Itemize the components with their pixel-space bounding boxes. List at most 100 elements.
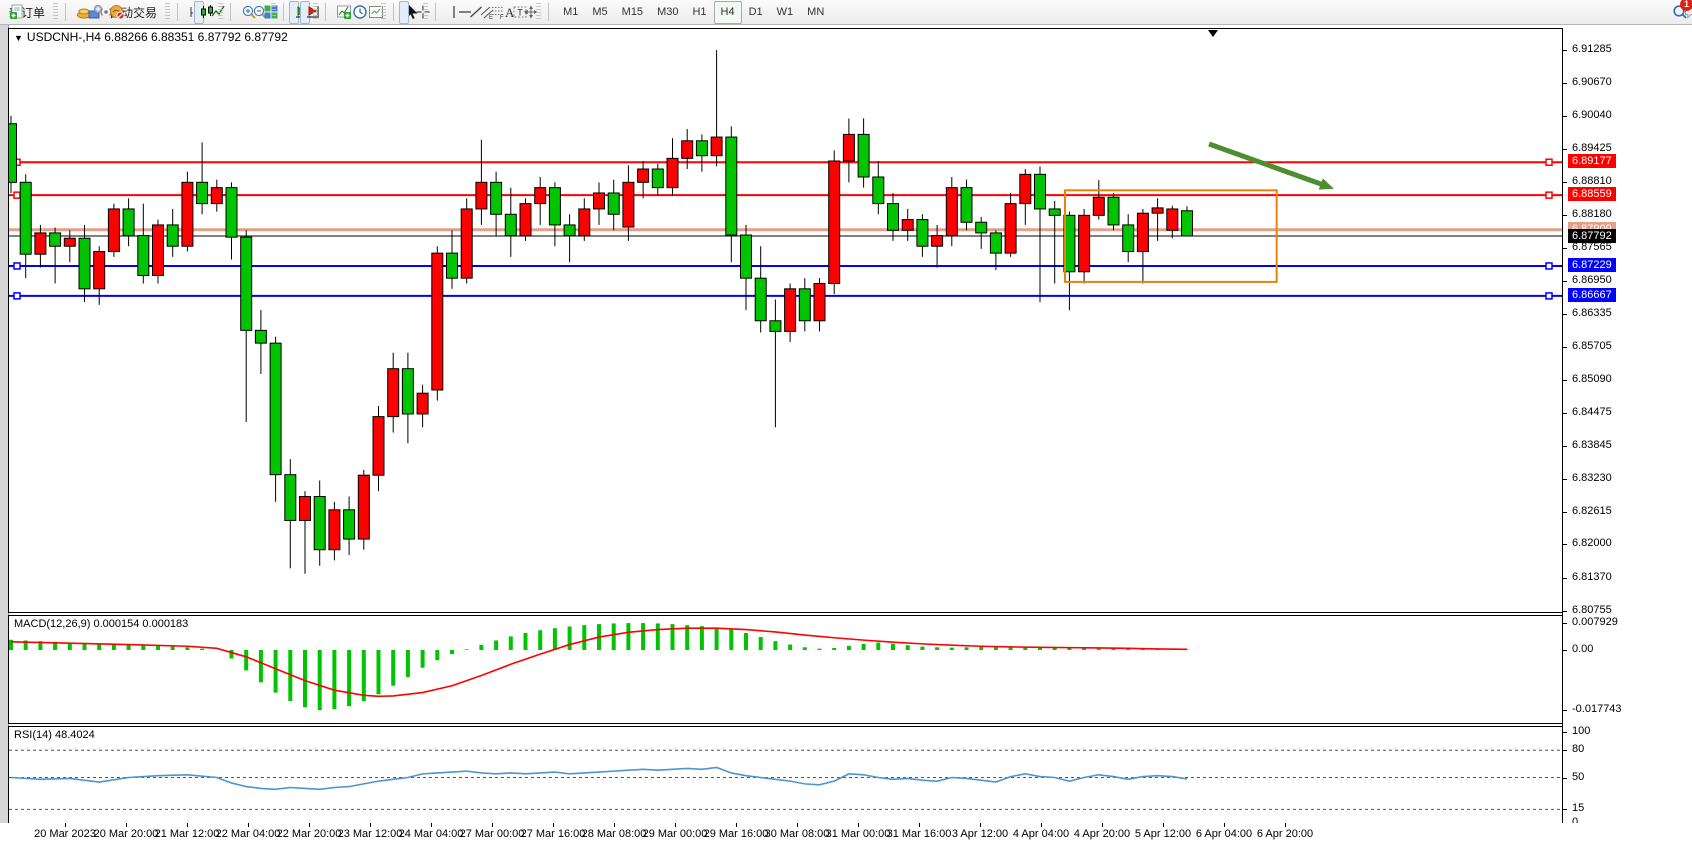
fibonacci-tool-button[interactable]: F xyxy=(485,1,495,24)
timeframe-h1-button[interactable]: H1 xyxy=(685,1,713,24)
time-axis-tick xyxy=(126,823,127,827)
price-flag: 6.87229 xyxy=(1568,258,1616,272)
autotrade-icon xyxy=(109,4,125,20)
macd-axis-label: 0.007929 xyxy=(1572,616,1618,628)
indicators-button[interactable]: ▾ xyxy=(331,1,346,24)
tile-windows-button[interactable] xyxy=(258,1,268,24)
time-axis[interactable]: 20 Mar 202320 Mar 20:0021 Mar 12:0022 Ma… xyxy=(0,823,1692,849)
toolbar-separator xyxy=(230,3,231,21)
chart-shift-marker[interactable] xyxy=(1208,30,1218,37)
price-axis[interactable]: 6.912856.906706.900406.894256.888106.881… xyxy=(1562,28,1692,823)
bar-chart-mode-button[interactable] xyxy=(183,1,193,24)
vertical-line-tool-button[interactable] xyxy=(441,1,451,24)
zoom-out-button[interactable] xyxy=(247,1,257,24)
timeframe-m1-button[interactable]: M1 xyxy=(556,1,585,24)
channel-tool-button[interactable]: E xyxy=(474,1,484,24)
new-order-icon xyxy=(9,4,25,20)
search-button[interactable] xyxy=(1667,1,1677,24)
toolbar-separator xyxy=(435,3,436,21)
toolbar-group-handle xyxy=(536,3,541,21)
time-axis-tick xyxy=(1041,823,1042,827)
time-axis-tick xyxy=(614,823,615,827)
price-axis-label: 6.85705 xyxy=(1572,340,1612,352)
toolbar-group-handle xyxy=(423,3,428,21)
label-tool-button[interactable]: T xyxy=(507,1,517,24)
timeframe-mn-button[interactable]: MN xyxy=(800,1,831,24)
time-axis-tick xyxy=(675,823,676,827)
signals-button[interactable] xyxy=(93,1,103,24)
toolbar-separator xyxy=(283,3,284,21)
toolbar-group-handle xyxy=(218,3,223,21)
cursor-tool-button[interactable] xyxy=(399,1,409,24)
time-axis-tick xyxy=(309,823,310,827)
auto-scroll-button[interactable] xyxy=(289,1,299,24)
toolbar-separator xyxy=(393,3,394,21)
time-axis-tick xyxy=(492,823,493,827)
price-axis-label: 6.86335 xyxy=(1572,307,1612,319)
price-axis-label: 6.91285 xyxy=(1572,43,1612,55)
time-axis-tick xyxy=(65,823,66,827)
rsi-indicator-label: RSI(14) 48.4024 xyxy=(14,729,95,741)
line-chart-mode-button[interactable] xyxy=(205,1,215,24)
price-axis-label: 6.84475 xyxy=(1572,406,1612,418)
price-flag: 6.88559 xyxy=(1568,187,1616,201)
time-axis-tick xyxy=(1102,823,1103,827)
rsi-canvas[interactable] xyxy=(9,727,1562,823)
toolbar-group-handle xyxy=(313,3,318,21)
timeframe-h4-button[interactable]: H4 xyxy=(714,1,742,24)
new-order-button[interactable]: 新订单 xyxy=(4,1,50,24)
macd-axis-label: -0.017743 xyxy=(1572,703,1622,715)
macd-canvas[interactable] xyxy=(9,616,1562,723)
price-axis-label: 6.80755 xyxy=(1572,604,1612,616)
price-axis-label: 6.83845 xyxy=(1572,439,1612,451)
toolbar-separator xyxy=(177,3,178,21)
crosshair-tool-button[interactable] xyxy=(410,1,420,24)
auto-trading-button[interactable]: 自动交易 xyxy=(104,1,162,24)
timeframe-d1-button[interactable]: D1 xyxy=(742,1,770,24)
chart-title: ▼USDCNH-,H4 6.88266 6.88351 6.87792 6.87… xyxy=(14,30,288,44)
bid-price-flag: 6.87792 xyxy=(1568,229,1616,243)
periods-button[interactable]: ▾ xyxy=(347,1,362,24)
rsi-axis-label: 80 xyxy=(1572,743,1584,755)
horizontal-line-tool-button[interactable] xyxy=(452,1,462,24)
timeframe-w1-button[interactable]: W1 xyxy=(770,1,801,24)
price-axis-label: 6.81370 xyxy=(1572,571,1612,583)
notification-badge: 1 xyxy=(1680,0,1692,11)
price-axis-label: 6.82615 xyxy=(1572,505,1612,517)
toolbar-group-handle xyxy=(381,3,386,21)
time-axis-tick xyxy=(797,823,798,827)
toolbar-separator xyxy=(325,3,326,21)
chart-shift-button[interactable] xyxy=(300,1,310,24)
chat-button[interactable]: 1 xyxy=(1678,1,1688,24)
chart-collapse-icon[interactable]: ▼ xyxy=(14,33,23,43)
price-axis-label: 6.88180 xyxy=(1572,208,1612,220)
time-axis-tick xyxy=(1285,823,1286,827)
price-chart-canvas[interactable] xyxy=(9,29,1562,612)
price-flag: 6.89177 xyxy=(1568,154,1616,168)
timeframe-m5-button[interactable]: M5 xyxy=(585,1,614,24)
templates-button[interactable]: ▾ xyxy=(363,1,378,24)
time-axis-tick xyxy=(370,823,371,827)
text-tool-button[interactable]: A xyxy=(496,1,506,24)
price-axis-label: 6.86950 xyxy=(1572,274,1612,286)
time-axis-tick xyxy=(553,823,554,827)
time-axis-tick xyxy=(1163,823,1164,827)
time-axis-tick xyxy=(736,823,737,827)
candle-chart-mode-button[interactable] xyxy=(194,1,204,24)
toolbar-group-handle xyxy=(53,3,58,21)
trendline-tool-button[interactable] xyxy=(463,1,473,24)
price-axis-label: 6.89425 xyxy=(1572,142,1612,154)
timeframe-group: M1M5M15M30H1H4D1W1MN xyxy=(556,1,831,24)
price-axis-label: 6.90670 xyxy=(1572,76,1612,88)
timeframe-m30-button[interactable]: M30 xyxy=(650,1,685,24)
publish-chart-button[interactable] xyxy=(82,1,92,24)
timeframe-m15-button[interactable]: M15 xyxy=(615,1,650,24)
time-axis-tick xyxy=(980,823,981,827)
price-axis-line xyxy=(1562,28,1563,824)
time-axis-tick xyxy=(919,823,920,827)
shapes-tool-button[interactable]: ▾ xyxy=(518,1,533,24)
gold-chart-button[interactable] xyxy=(71,1,81,24)
rsi-axis-label: 100 xyxy=(1572,725,1590,737)
zoom-in-button[interactable] xyxy=(236,1,246,24)
toolbar-separator xyxy=(548,3,549,21)
